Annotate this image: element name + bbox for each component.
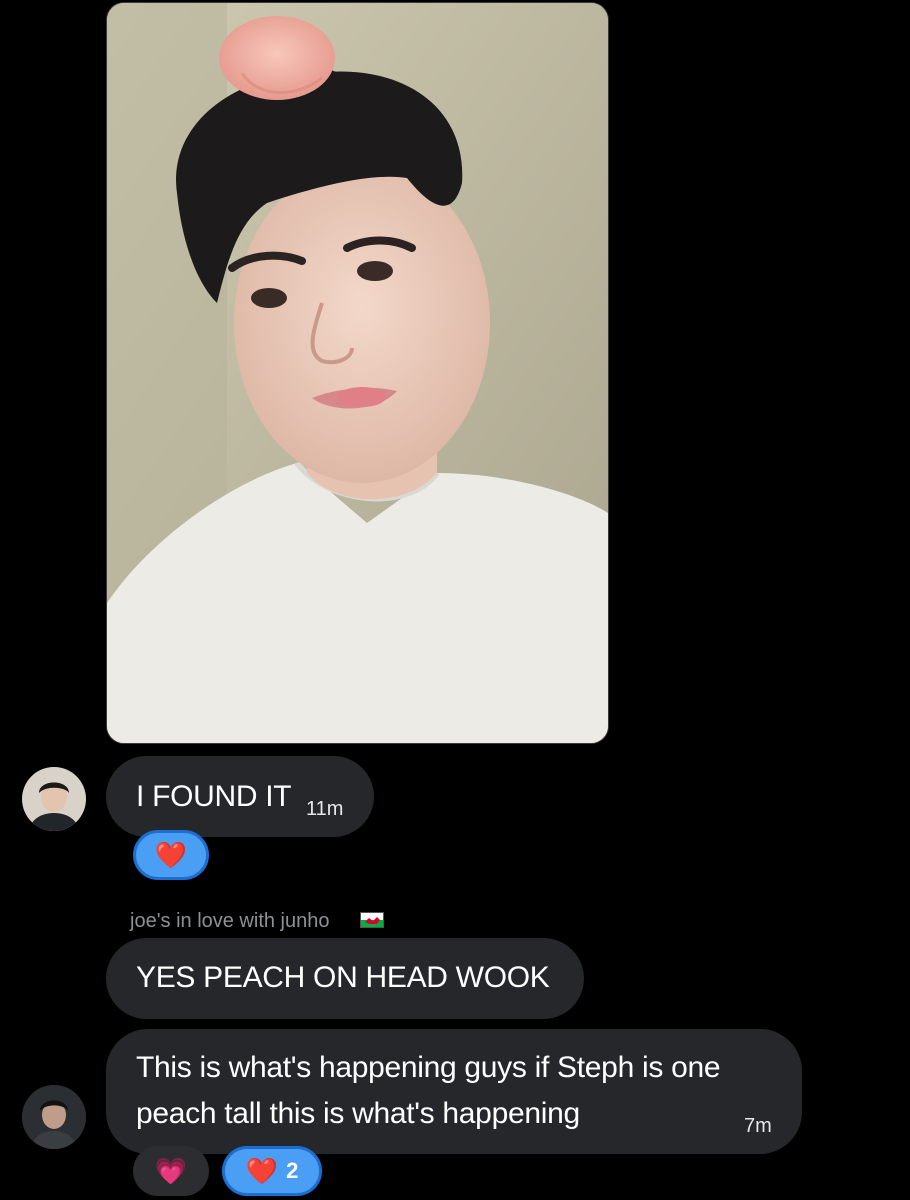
red-heart-icon: ❤️	[245, 1156, 279, 1186]
sender-name: joe's in love with junho	[130, 910, 330, 932]
message-text: YES PEACH ON HEAD WOOK	[136, 961, 550, 994]
message-text-line-2: peach tall this is what's happening	[136, 1097, 580, 1130]
shared-photo[interactable]	[106, 2, 609, 744]
wales-flag-icon	[360, 912, 384, 928]
message-bubble[interactable]: This is what's happening guys if Steph i…	[106, 1029, 802, 1154]
message-text: I FOUND IT	[136, 780, 292, 813]
heart-reaction-button[interactable]: ❤️	[133, 830, 209, 880]
message-timestamp: 11m	[306, 798, 344, 820]
message-text-line-1: This is what's happening guys if Steph i…	[136, 1051, 721, 1084]
sender-avatar[interactable]	[22, 767, 86, 831]
reaction-count: 2	[286, 1158, 299, 1183]
message-bubble[interactable]: I FOUND IT 11m	[106, 756, 374, 837]
avatar-image	[22, 767, 86, 831]
heart-reaction-button[interactable]: ❤️ 2	[222, 1146, 322, 1196]
pink-heart-icon: 💗	[154, 1156, 188, 1186]
message-bubble[interactable]: YES PEACH ON HEAD WOOK	[106, 938, 584, 1019]
photo-image	[107, 3, 608, 743]
sender-avatar[interactable]	[22, 1085, 86, 1149]
red-heart-icon: ❤️	[154, 840, 188, 870]
message-timestamp: 7m	[744, 1115, 772, 1137]
pink-heart-reaction-button[interactable]: 💗	[133, 1146, 209, 1196]
avatar-image	[22, 1085, 86, 1149]
